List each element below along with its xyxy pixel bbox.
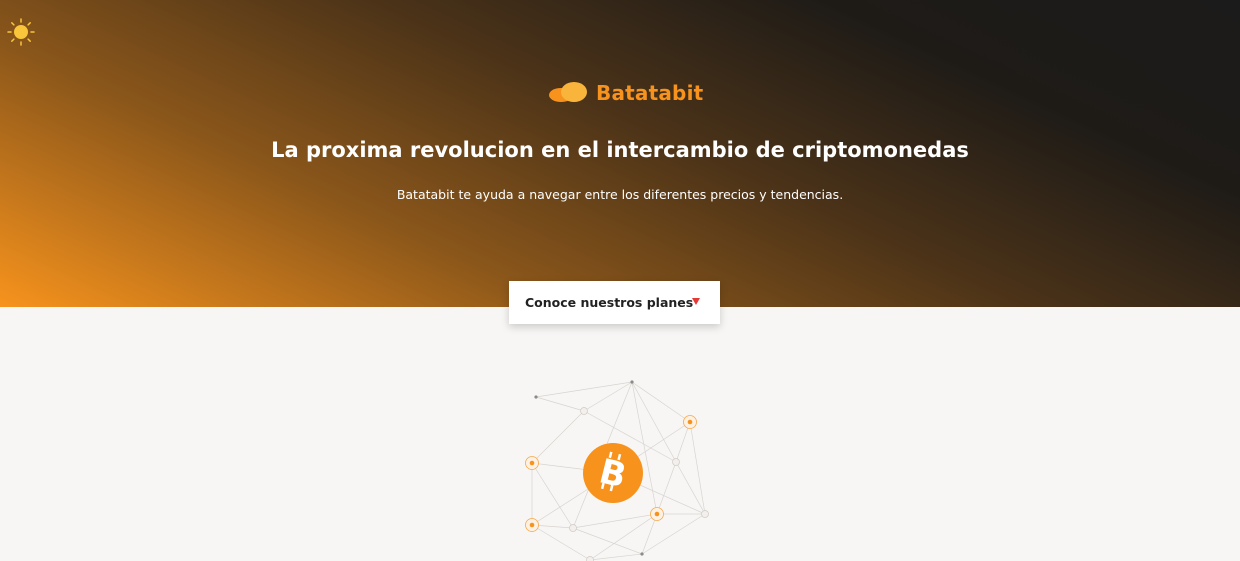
sun-icon[interactable] — [6, 17, 36, 47]
brand-logo[interactable]: Batatabit — [548, 78, 703, 108]
brand-name: Batatabit — [596, 81, 704, 105]
page-title: La proxima revolucion en el intercambio … — [271, 138, 969, 162]
plans-button-label: Conoce nuestros planes — [525, 295, 694, 310]
bitcoin-icon: B — [583, 443, 643, 503]
triangle-down-icon — [692, 298, 700, 305]
plans-button[interactable]: Conoce nuestros planes — [509, 281, 720, 324]
potato-logo-icon — [549, 82, 587, 102]
hero-subtitle: Batatabit te ayuda a navegar entre los d… — [396, 187, 844, 202]
bitcoin-network-illustration: B — [525, 380, 709, 561]
hero-section: Batatabit La proxima revolucion en el in… — [0, 0, 1240, 307]
